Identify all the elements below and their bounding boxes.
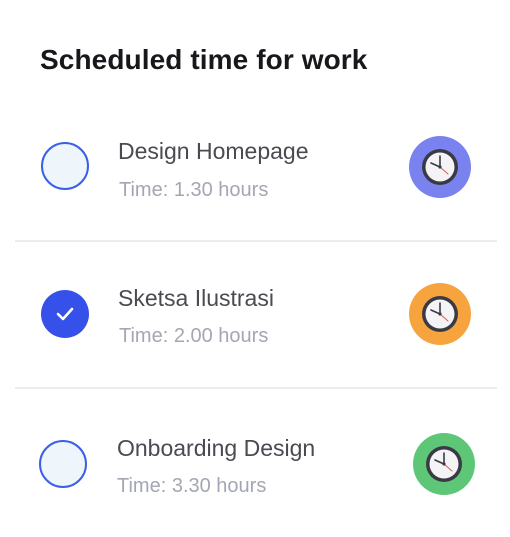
task-time: Time: 3.30 hours <box>117 475 267 497</box>
task-title: Design Homepage <box>118 138 309 164</box>
task-item[interactable]: Design Homepage Time: 1.30 hours <box>0 118 510 218</box>
task-time: Time: 2.00 hours <box>119 325 269 347</box>
clock-icon <box>413 433 475 495</box>
divider <box>15 387 497 389</box>
task-time: Time: 1.30 hours <box>119 179 269 201</box>
page-title: Scheduled time for work <box>40 44 368 75</box>
task-item[interactable]: Onboarding Design Time: 3.30 hours <box>0 415 510 515</box>
task-checkbox[interactable] <box>41 142 89 190</box>
clock-icon <box>409 283 471 345</box>
task-checkbox-checked[interactable] <box>41 290 89 338</box>
checkmark-icon <box>56 307 74 321</box>
clock-icon <box>409 136 471 198</box>
task-title: Onboarding Design <box>117 435 316 461</box>
task-checkbox[interactable] <box>39 440 87 488</box>
divider <box>15 240 497 242</box>
task-item[interactable]: Sketsa Ilustrasi Time: 2.00 hours <box>0 265 510 365</box>
task-title: Sketsa Ilustrasi <box>118 285 274 311</box>
